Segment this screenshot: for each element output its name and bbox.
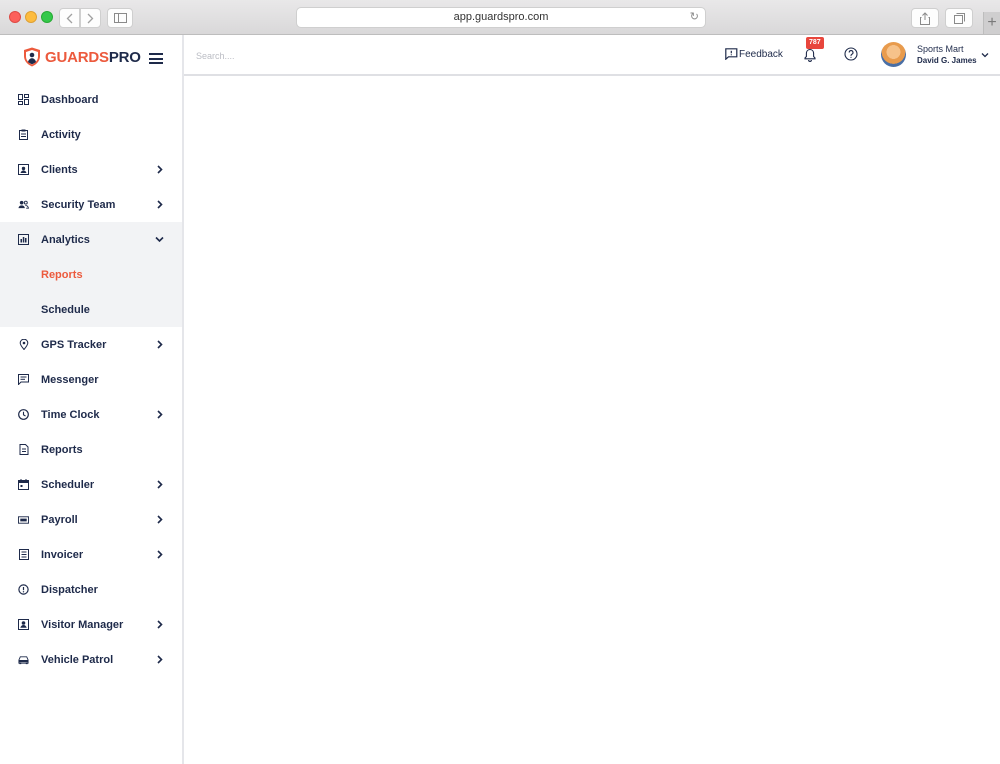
- address-bar[interactable]: app.guardspro.com ↻: [296, 7, 706, 28]
- close-window-button[interactable]: [9, 11, 21, 23]
- top-bar: Feedback 787 Sports Mart David G. James: [184, 35, 1000, 76]
- alert-circle-icon: [18, 584, 29, 595]
- notification-count-badge: 787: [806, 37, 824, 49]
- sidebar: GUARDSPRO Dashboard Activity Clients Sec…: [0, 35, 184, 764]
- bell-icon[interactable]: [803, 48, 817, 62]
- money-icon: [18, 514, 29, 525]
- sidebar-item-reports[interactable]: Reports: [0, 432, 182, 467]
- feedback-button[interactable]: Feedback: [725, 48, 783, 60]
- visitor-badge-icon: [18, 619, 29, 630]
- url-text: app.guardspro.com: [453, 11, 549, 23]
- new-tab-button[interactable]: +: [983, 12, 1000, 34]
- sidebar-item-label: Payroll: [41, 513, 78, 526]
- sidebar-item-dashboard[interactable]: Dashboard: [0, 82, 182, 117]
- sidebar-item-label: Visitor Manager: [41, 618, 124, 631]
- user-name: David G. James: [917, 56, 977, 65]
- sidebar-menu: Dashboard Activity Clients Security Team: [0, 82, 182, 677]
- sidebar-item-time-clock[interactable]: Time Clock: [0, 397, 182, 432]
- chevron-right-icon: [157, 620, 163, 629]
- sidebar-item-label: Activity: [41, 128, 81, 141]
- sidebar-item-label: Time Clock: [41, 408, 100, 421]
- sidebar-subitem-schedule[interactable]: Schedule: [0, 292, 182, 327]
- shield-logo-icon: [24, 47, 40, 67]
- analytics-icon: [18, 234, 29, 245]
- feedback-icon: [725, 48, 738, 60]
- sidebar-subitem-reports[interactable]: Reports: [0, 257, 182, 292]
- sidebar-item-label: GPS Tracker: [41, 338, 107, 351]
- sidebar-item-scheduler[interactable]: Scheduler: [0, 467, 182, 502]
- chevron-right-icon: [157, 515, 163, 524]
- minimize-window-button[interactable]: [25, 11, 37, 23]
- back-button[interactable]: [59, 8, 80, 28]
- chevron-right-icon: [157, 200, 163, 209]
- show-tabs-button[interactable]: [945, 8, 973, 28]
- reload-icon[interactable]: ↻: [690, 8, 699, 27]
- tabs-icon: [953, 12, 965, 24]
- search-input[interactable]: [196, 47, 396, 65]
- dashboard-icon: [18, 94, 29, 105]
- location-pin-icon: [18, 339, 29, 350]
- sidebar-item-label: Invoicer: [41, 548, 84, 561]
- sidebar-item-analytics[interactable]: Analytics: [0, 222, 182, 257]
- chevron-right-icon: [157, 480, 163, 489]
- contact-card-icon: [18, 164, 29, 175]
- sidebar-item-label: Analytics: [41, 233, 90, 246]
- sidebar-toggle-button[interactable]: [107, 8, 133, 28]
- sidebar-item-label: Messenger: [41, 373, 99, 386]
- forward-button[interactable]: [80, 8, 101, 28]
- menu-toggle-button[interactable]: [149, 53, 163, 64]
- chevron-left-icon: [66, 13, 73, 23]
- share-button[interactable]: [911, 8, 939, 28]
- clock-icon: [18, 409, 29, 420]
- sidebar-item-payroll[interactable]: Payroll: [0, 502, 182, 537]
- sidebar-item-messenger[interactable]: Messenger: [0, 362, 182, 397]
- analytics-group: Analytics Reports Schedule: [0, 222, 182, 327]
- sidebar-subitem-label: Schedule: [41, 303, 90, 316]
- chevron-down-icon: [155, 236, 164, 243]
- calendar-icon: [18, 479, 29, 490]
- logo[interactable]: GUARDSPRO: [23, 46, 141, 68]
- share-icon: [920, 11, 930, 25]
- chevron-right-icon: [157, 410, 163, 419]
- sidebar-item-label: Vehicle Patrol: [41, 653, 114, 666]
- main-content: [184, 76, 1000, 764]
- logo-text-guards: GUARDS: [45, 48, 109, 66]
- avatar: [881, 42, 906, 67]
- sidebar-icon: [113, 13, 127, 23]
- sidebar-subitem-label: Reports: [41, 268, 83, 281]
- user-profile-menu[interactable]: Sports Mart David G. James: [881, 42, 991, 70]
- logo-text-pro: PRO: [108, 48, 141, 66]
- chevron-right-icon: [157, 340, 163, 349]
- sidebar-item-label: Scheduler: [41, 478, 95, 491]
- sidebar-item-dispatcher[interactable]: Dispatcher: [0, 572, 182, 607]
- clipboard-icon: [18, 129, 29, 140]
- chevron-right-icon: [157, 165, 163, 174]
- chevron-right-icon: [157, 655, 163, 664]
- chevron-down-icon: [981, 53, 989, 58]
- chevron-right-icon: [87, 13, 94, 23]
- invoice-icon: [18, 549, 29, 560]
- sidebar-item-invoicer[interactable]: Invoicer: [0, 537, 182, 572]
- sidebar-item-label: Reports: [41, 443, 83, 456]
- zoom-window-button[interactable]: [41, 11, 53, 23]
- message-icon: [18, 374, 29, 385]
- sidebar-item-gps-tracker[interactable]: GPS Tracker: [0, 327, 182, 362]
- sidebar-item-clients[interactable]: Clients: [0, 152, 182, 187]
- company-name: Sports Mart: [917, 44, 964, 54]
- sidebar-item-activity[interactable]: Activity: [0, 117, 182, 152]
- browser-toolbar: app.guardspro.com ↻ +: [0, 0, 1000, 35]
- sidebar-item-security-team[interactable]: Security Team: [0, 187, 182, 222]
- car-icon: [18, 654, 29, 665]
- help-icon[interactable]: [844, 47, 858, 61]
- sidebar-item-vehicle-patrol[interactable]: Vehicle Patrol: [0, 642, 182, 677]
- sidebar-item-label: Dispatcher: [41, 583, 98, 596]
- sidebar-item-label: Dashboard: [41, 93, 99, 106]
- feedback-label: Feedback: [739, 48, 783, 60]
- sidebar-item-visitor-manager[interactable]: Visitor Manager: [0, 607, 182, 642]
- document-icon: [18, 444, 29, 455]
- people-icon: [18, 199, 29, 210]
- sidebar-item-label: Security Team: [41, 198, 116, 211]
- sidebar-item-label: Clients: [41, 163, 78, 176]
- chevron-right-icon: [157, 550, 163, 559]
